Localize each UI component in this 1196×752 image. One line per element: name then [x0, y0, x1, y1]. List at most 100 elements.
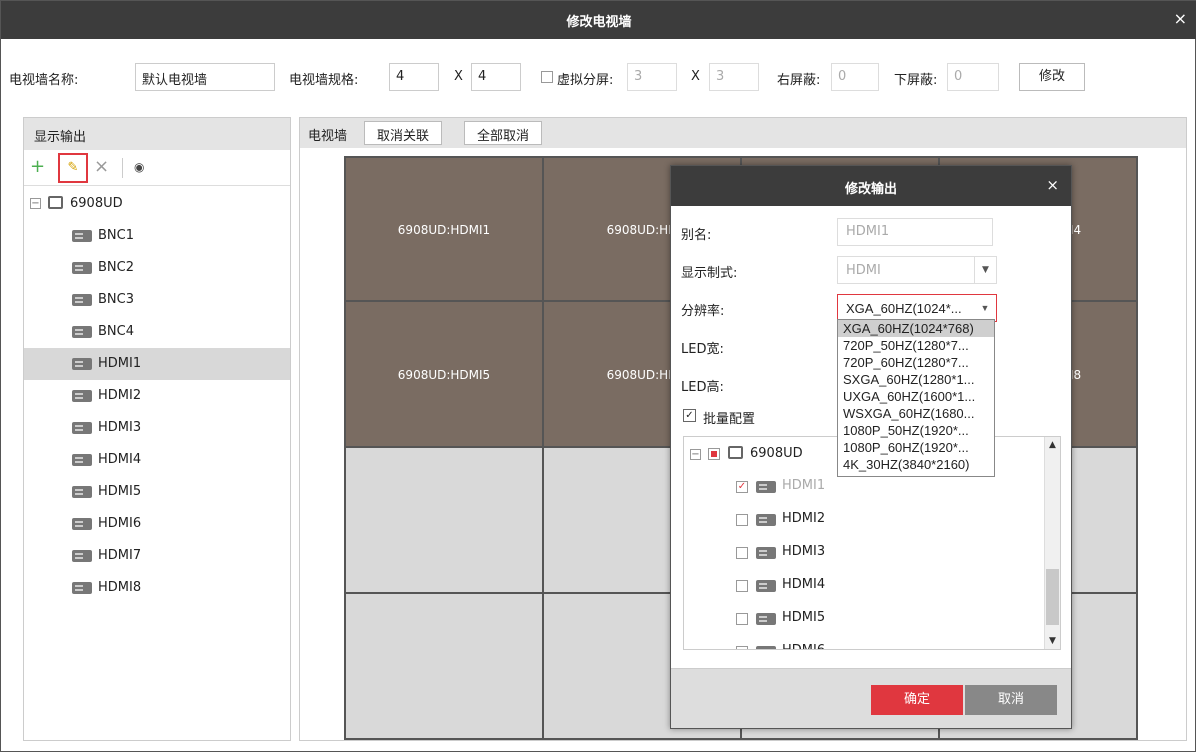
tree-scrollbar[interactable]: ▲ ▼: [1044, 437, 1060, 649]
wall-cell[interactable]: [345, 447, 543, 593]
wall-name-input[interactable]: 默认电视墙: [135, 63, 275, 91]
tree-item-bnc1[interactable]: BNC1: [24, 220, 290, 252]
resolution-option[interactable]: 4K_30HZ(3840*2160): [838, 456, 994, 473]
resolution-option[interactable]: UXGA_60HZ(1600*1...: [838, 388, 994, 405]
resolution-option[interactable]: WSXGA_60HZ(1680...: [838, 405, 994, 422]
virtual-split-checkbox[interactable]: [541, 71, 553, 83]
wall-rows-input[interactable]: 4: [389, 63, 439, 91]
tree-device-row[interactable]: − 6908UD: [24, 188, 290, 220]
cancel-button[interactable]: 取消: [965, 685, 1057, 715]
output-device-icon: [756, 613, 776, 625]
modal-close-icon[interactable]: ×: [1046, 176, 1059, 194]
resolution-option[interactable]: 1080P_50HZ(1920*...: [838, 422, 994, 439]
output-device-icon: [72, 486, 92, 498]
output-device-icon: [756, 547, 776, 559]
tree-item-label: HDMI6: [98, 516, 142, 531]
times-label-2: X: [691, 69, 700, 84]
modal-tree-item-hdmi6[interactable]: HDMI6: [684, 634, 1044, 649]
tree-item-bnc2[interactable]: BNC2: [24, 252, 290, 284]
collapse-icon[interactable]: −: [30, 198, 41, 209]
virtual-cols-input[interactable]: 3: [709, 63, 759, 91]
alias-input[interactable]: HDMI1: [837, 218, 993, 246]
tree-item-hdmi5[interactable]: HDMI5: [24, 476, 290, 508]
item-checkbox[interactable]: ✓: [736, 481, 748, 493]
edit-icon[interactable]: ✎: [58, 153, 88, 183]
tree-item-label: HDMI1: [98, 356, 142, 371]
batch-config-label: 批量配置: [703, 412, 756, 427]
modal-tree-item-label: HDMI5: [782, 610, 826, 625]
wall-name-label: 电视墙名称:: [9, 73, 79, 88]
device-checkbox[interactable]: [708, 448, 720, 460]
resolution-option[interactable]: SXGA_60HZ(1280*1...: [838, 371, 994, 388]
alias-label: 别名:: [681, 228, 712, 243]
tree-item-label: HDMI7: [98, 548, 142, 563]
tree-item-label: HDMI3: [98, 420, 142, 435]
cancel-all-button[interactable]: 全部取消: [464, 121, 543, 145]
resolution-option[interactable]: XGA_60HZ(1024*768): [838, 320, 994, 337]
tree-item-hdmi1[interactable]: HDMI1: [24, 348, 290, 380]
tree-item-hdmi6[interactable]: HDMI6: [24, 508, 290, 540]
output-device-icon: [72, 390, 92, 402]
view-icon[interactable]: ◉: [134, 156, 144, 178]
scroll-down-icon[interactable]: ▼: [1045, 633, 1060, 649]
item-checkbox[interactable]: [736, 580, 748, 592]
tree-item-hdmi8[interactable]: HDMI8: [24, 572, 290, 604]
wall-cell[interactable]: 6908UD:HDMI1: [345, 157, 543, 301]
modal-tree-item-hdmi5[interactable]: HDMI5: [684, 601, 1044, 633]
resolution-dropdown-list: XGA_60HZ(1024*768) 720P_50HZ(1280*7... 720…: [837, 319, 995, 477]
item-checkbox[interactable]: [736, 613, 748, 625]
wall-cell[interactable]: [345, 593, 543, 739]
collapse-icon[interactable]: −: [690, 449, 701, 460]
output-device-icon: [72, 230, 92, 242]
batch-config-checkbox[interactable]: ✓: [683, 409, 696, 422]
modal-tree-item-hdmi3[interactable]: HDMI3: [684, 535, 1044, 567]
modal-title: 修改输出: [844, 182, 897, 197]
virtual-rows-input[interactable]: 3: [627, 63, 677, 91]
delete-icon[interactable]: ×: [94, 156, 109, 178]
item-checkbox[interactable]: [736, 547, 748, 559]
output-device-icon: [72, 422, 92, 434]
wall-cols-input[interactable]: 4: [471, 63, 521, 91]
resolution-select[interactable]: XGA_60HZ(1024*... ▼: [837, 294, 997, 322]
chevron-down-icon: ▼: [980, 303, 990, 313]
resolution-value: XGA_60HZ(1024*...: [846, 301, 962, 316]
modify-button[interactable]: 修改: [1019, 63, 1085, 91]
virtual-split-label: 虚拟分屏:: [557, 73, 614, 88]
tree-item-hdmi3[interactable]: HDMI3: [24, 412, 290, 444]
tree-item-hdmi4[interactable]: HDMI4: [24, 444, 290, 476]
modal-tree-item-label: HDMI1: [782, 478, 826, 493]
resolution-option[interactable]: 720P_60HZ(1280*7...: [838, 354, 994, 371]
resolution-option[interactable]: 1080P_60HZ(1920*...: [838, 439, 994, 456]
unlink-button[interactable]: 取消关联: [364, 121, 443, 145]
item-checkbox[interactable]: [736, 514, 748, 526]
output-device-icon: [72, 582, 92, 594]
tree-item-label: BNC1: [98, 228, 134, 243]
toolbar-divider: [122, 158, 123, 178]
tree-item-bnc4[interactable]: BNC4: [24, 316, 290, 348]
tree-item-hdmi7[interactable]: HDMI7: [24, 540, 290, 572]
confirm-button[interactable]: 确定: [871, 685, 963, 715]
wall-cell[interactable]: 6908UD:HDMI5: [345, 301, 543, 447]
tree-item-label: HDMI4: [98, 452, 142, 467]
add-icon[interactable]: +: [30, 156, 45, 178]
led-width-label: LED宽:: [681, 342, 724, 357]
output-device-icon: [756, 580, 776, 592]
tree-item-label: BNC4: [98, 324, 134, 339]
tree-item-label: HDMI8: [98, 580, 142, 595]
modal-tree-item-hdmi2[interactable]: HDMI2: [684, 502, 1044, 534]
resolution-label: 分辨率:: [681, 304, 725, 319]
item-checkbox[interactable]: [736, 646, 748, 649]
output-device-icon: [756, 481, 776, 493]
scroll-thumb[interactable]: [1046, 569, 1059, 625]
tree-item-hdmi2[interactable]: HDMI2: [24, 380, 290, 412]
right-mask-input[interactable]: 0: [831, 63, 879, 91]
output-device-icon: [72, 262, 92, 274]
display-mode-select[interactable]: HDMI ▼: [837, 256, 997, 284]
modal-tree-item-hdmi4[interactable]: HDMI4: [684, 568, 1044, 600]
close-icon[interactable]: ×: [1174, 9, 1187, 28]
scroll-up-icon[interactable]: ▲: [1045, 437, 1060, 453]
tree-item-bnc3[interactable]: BNC3: [24, 284, 290, 316]
bottom-mask-input[interactable]: 0: [947, 63, 999, 91]
output-device-icon: [72, 518, 92, 530]
resolution-option[interactable]: 720P_50HZ(1280*7...: [838, 337, 994, 354]
